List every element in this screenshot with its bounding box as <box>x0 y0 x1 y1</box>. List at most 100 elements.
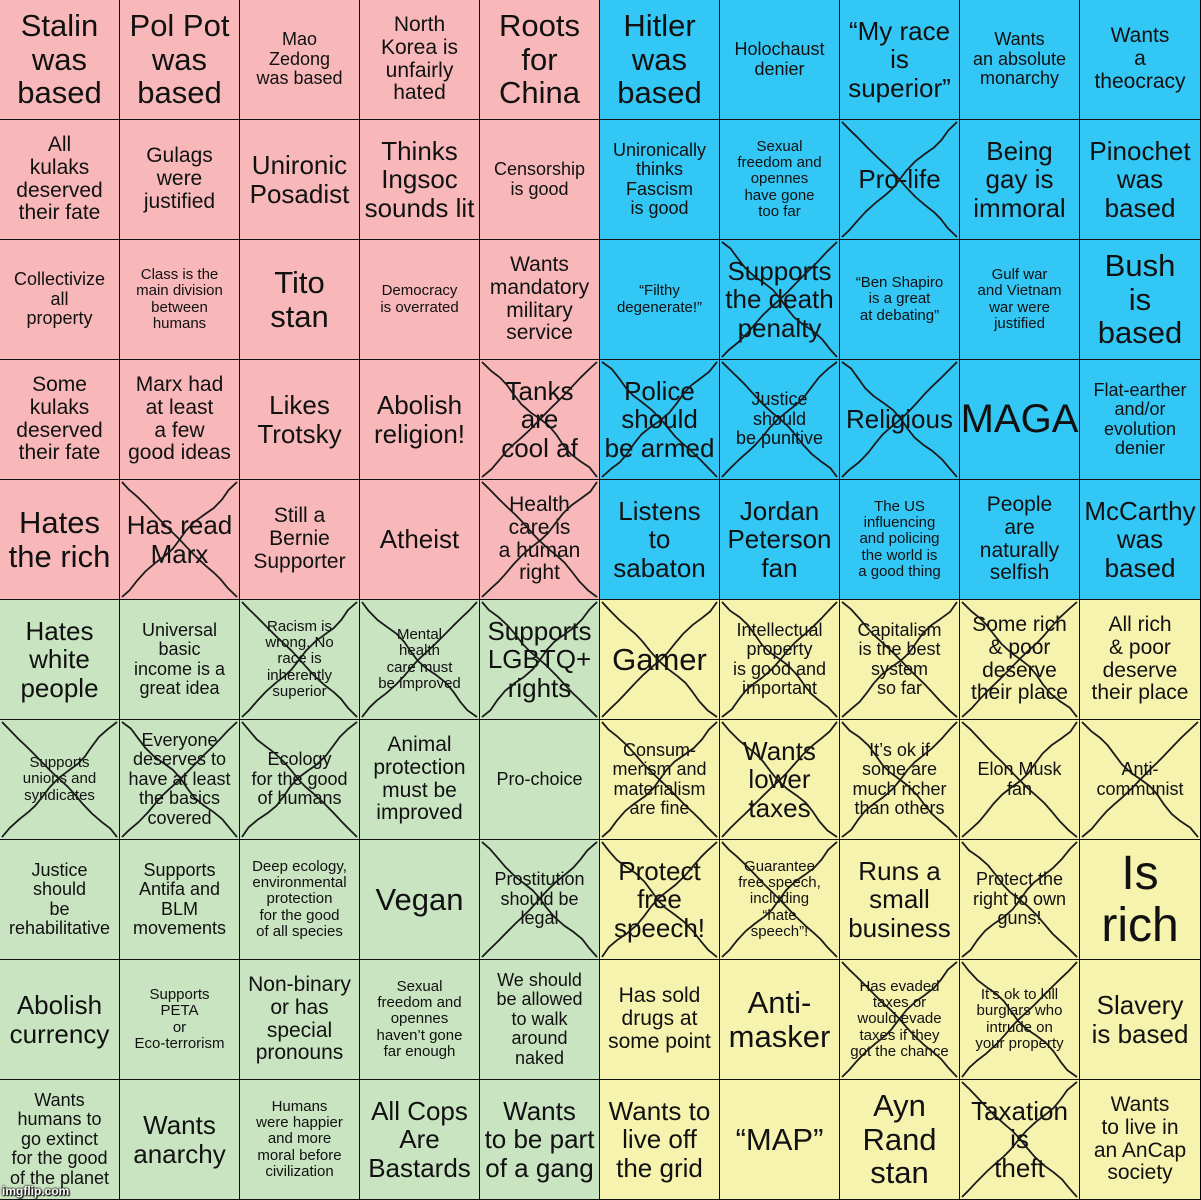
bingo-square[interactable]: Democracy is overrated <box>360 240 480 360</box>
bingo-square[interactable]: Ayn Rand stan <box>840 1080 960 1200</box>
bingo-square[interactable]: We should be allowed to walk around nake… <box>480 960 600 1080</box>
bingo-square[interactable]: Tito stan <box>240 240 360 360</box>
bingo-square[interactable]: Holochaust denier <box>720 0 840 120</box>
bingo-square[interactable]: Anti- masker <box>720 960 840 1080</box>
bingo-square[interactable]: Jordan Peterson fan <box>720 480 840 600</box>
bingo-square[interactable]: Sexual freedom and opennes have gone too… <box>720 120 840 240</box>
bingo-square[interactable]: Tanks are cool af <box>480 360 600 480</box>
bingo-square[interactable]: All rich & poor deserve their place <box>1080 600 1200 720</box>
bingo-square[interactable]: Capitalism is the best system so far <box>840 600 960 720</box>
bingo-square[interactable]: Pinochet was based <box>1080 120 1200 240</box>
bingo-square[interactable]: Collectivize all property <box>0 240 120 360</box>
bingo-square[interactable]: Elon Musk fan <box>960 720 1080 840</box>
bingo-square[interactable]: Health care is a human right <box>480 480 600 600</box>
bingo-square[interactable]: Bush is based <box>1080 240 1200 360</box>
bingo-square[interactable]: Hates white people <box>0 600 120 720</box>
bingo-square[interactable]: Pro-choice <box>480 720 600 840</box>
bingo-square[interactable]: All Cops Are Bastards <box>360 1080 480 1200</box>
bingo-square[interactable]: Humans were happier and more moral befor… <box>240 1080 360 1200</box>
bingo-square[interactable]: Hates the rich <box>0 480 120 600</box>
bingo-square[interactable]: MAGA <box>960 360 1080 480</box>
bingo-square[interactable]: Pol Pot was based <box>120 0 240 120</box>
bingo-square[interactable]: Unironically thinks Fascism is good <box>600 120 720 240</box>
bingo-square[interactable]: Some kulaks deserved their fate <box>0 360 120 480</box>
bingo-square[interactable]: Being gay is immoral <box>960 120 1080 240</box>
bingo-square[interactable]: Has evaded taxes or would evade taxes if… <box>840 960 960 1080</box>
bingo-square[interactable]: Likes Trotsky <box>240 360 360 480</box>
bingo-square[interactable]: Justice should be punitive <box>720 360 840 480</box>
bingo-square[interactable]: Censorship is good <box>480 120 600 240</box>
bingo-square[interactable]: Wants to live off the grid <box>600 1080 720 1200</box>
bingo-square[interactable]: Guarantee free speech, including “hate s… <box>720 840 840 960</box>
bingo-square[interactable]: Abolish religion! <box>360 360 480 480</box>
bingo-square[interactable]: Anti- communist <box>1080 720 1200 840</box>
bingo-square[interactable]: Intellectual property is good and import… <box>720 600 840 720</box>
bingo-square[interactable]: McCarthy was based <box>1080 480 1200 600</box>
bingo-square[interactable]: Thinks Ingsoc sounds lit <box>360 120 480 240</box>
bingo-square[interactable]: Gamer <box>600 600 720 720</box>
bingo-square[interactable]: Deep ecology, environmental protection f… <box>240 840 360 960</box>
bingo-square[interactable]: “My race is superior” <box>840 0 960 120</box>
bingo-square[interactable]: Wants an absolute monarchy <box>960 0 1080 120</box>
bingo-square[interactable]: Is rich <box>1080 840 1200 960</box>
bingo-square[interactable]: Consum- merism and materialism are fine <box>600 720 720 840</box>
bingo-square[interactable]: Wants humans to go extinct for the good … <box>0 1080 120 1200</box>
bingo-square[interactable]: “Filthy degenerate!” <box>600 240 720 360</box>
bingo-square[interactable]: “Ben Shapiro is a great at debating” <box>840 240 960 360</box>
bingo-square[interactable]: Taxation is theft <box>960 1080 1080 1200</box>
bingo-square[interactable]: Abolish currency <box>0 960 120 1080</box>
bingo-square[interactable]: Everyone deserves to have at least the b… <box>120 720 240 840</box>
bingo-square[interactable]: Racism is wrong. No race is inherently s… <box>240 600 360 720</box>
bingo-square[interactable]: Has sold drugs at some point <box>600 960 720 1080</box>
bingo-square[interactable]: Wants to be part of a gang <box>480 1080 600 1200</box>
bingo-square[interactable]: Wants a theocracy <box>1080 0 1200 120</box>
bingo-square[interactable]: Animal protection must be improved <box>360 720 480 840</box>
bingo-square[interactable]: Justice should be rehabilitative <box>0 840 120 960</box>
bingo-square[interactable]: Atheist <box>360 480 480 600</box>
bingo-square[interactable]: Wants mandatory military service <box>480 240 600 360</box>
bingo-square[interactable]: Protect the right to own guns! <box>960 840 1080 960</box>
bingo-square[interactable]: Ecology for the good of humans <box>240 720 360 840</box>
bingo-square[interactable]: The US influencing and policing the worl… <box>840 480 960 600</box>
bingo-square[interactable]: Supports PETA or Eco-terrorism <box>120 960 240 1080</box>
bingo-square[interactable]: Gulags were justified <box>120 120 240 240</box>
bingo-square[interactable]: Wants to live in an AnCap society <box>1080 1080 1200 1200</box>
bingo-square[interactable]: Still a Bernie Supporter <box>240 480 360 600</box>
bingo-square[interactable]: Flat-earther and/or evolution denier <box>1080 360 1200 480</box>
bingo-square[interactable]: Listens to sabaton <box>600 480 720 600</box>
bingo-square[interactable]: Class is the main division between human… <box>120 240 240 360</box>
bingo-square[interactable]: Runs a small business <box>840 840 960 960</box>
bingo-square[interactable]: All kulaks deserved their fate <box>0 120 120 240</box>
bingo-square[interactable]: Religious <box>840 360 960 480</box>
bingo-square[interactable]: Police should be armed <box>600 360 720 480</box>
bingo-square[interactable]: Vegan <box>360 840 480 960</box>
bingo-square[interactable]: Supports unions and syndicates <box>0 720 120 840</box>
bingo-square[interactable]: Slavery is based <box>1080 960 1200 1080</box>
bingo-square[interactable]: People are naturally selfish <box>960 480 1080 600</box>
bingo-square[interactable]: Marx had at least a few good ideas <box>120 360 240 480</box>
bingo-square[interactable]: Roots for China <box>480 0 600 120</box>
bingo-square[interactable]: Pro-life <box>840 120 960 240</box>
bingo-square[interactable]: It’s ok to kill burglars who intrude on … <box>960 960 1080 1080</box>
bingo-square[interactable]: Wants lower taxes <box>720 720 840 840</box>
bingo-square[interactable]: Has read Marx <box>120 480 240 600</box>
bingo-square[interactable]: Unironic Posadist <box>240 120 360 240</box>
bingo-square[interactable]: “MAP” <box>720 1080 840 1200</box>
bingo-square[interactable]: Hitler was based <box>600 0 720 120</box>
bingo-square[interactable]: It’s ok if some are much richer than oth… <box>840 720 960 840</box>
bingo-square[interactable]: North Korea is unfairly hated <box>360 0 480 120</box>
bingo-square[interactable]: Mental health care must be improved <box>360 600 480 720</box>
bingo-square[interactable]: Supports the death penalty <box>720 240 840 360</box>
bingo-square[interactable]: Prostitution should be legal <box>480 840 600 960</box>
bingo-square[interactable]: Wants anarchy <box>120 1080 240 1200</box>
bingo-square[interactable]: Protect free speech! <box>600 840 720 960</box>
bingo-square[interactable]: Non-binary or has special pronouns <box>240 960 360 1080</box>
bingo-square[interactable]: Mao Zedong was based <box>240 0 360 120</box>
bingo-square[interactable]: Supports LGBTQ+ rights <box>480 600 600 720</box>
bingo-square[interactable]: Gulf war and Vietnam war were justified <box>960 240 1080 360</box>
bingo-square[interactable]: Supports Antifa and BLM movements <box>120 840 240 960</box>
bingo-square[interactable]: Sexual freedom and opennes haven’t gone … <box>360 960 480 1080</box>
bingo-square[interactable]: Some rich & poor deserve their place <box>960 600 1080 720</box>
bingo-square[interactable]: Universal basic income is a great idea <box>120 600 240 720</box>
bingo-square[interactable]: Stalin was based <box>0 0 120 120</box>
